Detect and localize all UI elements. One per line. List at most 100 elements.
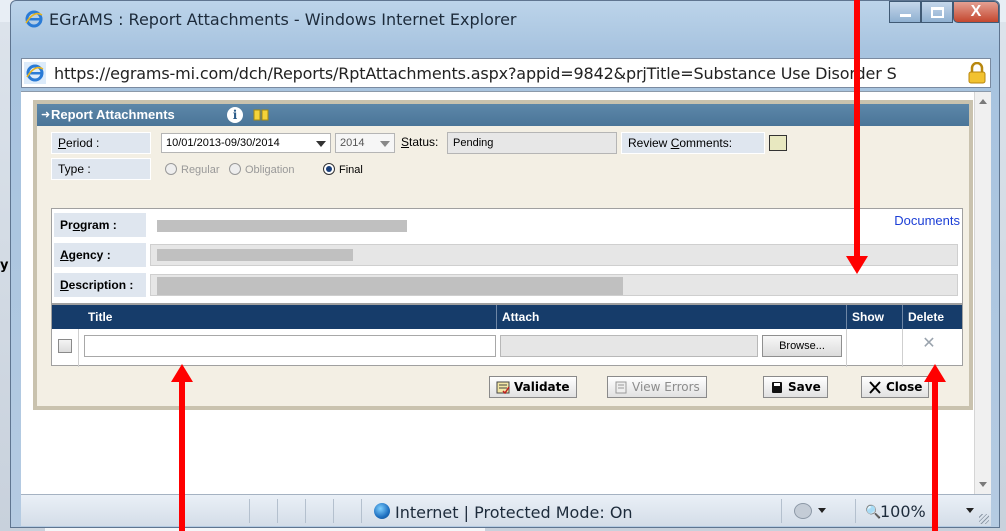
year-select: 2014	[335, 133, 395, 153]
panel-header: ➜ Report Attachments i	[37, 104, 969, 126]
minimize-icon	[899, 14, 911, 17]
chevron-down-icon	[316, 141, 326, 147]
maximize-button[interactable]	[921, 1, 953, 23]
agency-redaction	[157, 249, 353, 261]
period-label: Period :	[58, 136, 100, 150]
status-divider	[249, 499, 250, 523]
arrow-head	[924, 364, 946, 382]
description-value	[150, 274, 958, 296]
validate-button[interactable]: Validate	[489, 376, 577, 398]
period-label-cell: Period :	[51, 132, 151, 154]
col-show: Show	[852, 310, 884, 324]
security-zone-text: Internet | Protected Mode: On	[395, 503, 633, 522]
type-final-radio[interactable]	[323, 163, 335, 175]
arrow-head	[171, 364, 193, 382]
ie-page-icon	[24, 62, 46, 84]
maximize-icon	[930, 6, 944, 18]
zoom-icon[interactable]: 🔍	[865, 504, 881, 520]
minimize-button[interactable]	[889, 1, 921, 23]
close-x-icon	[869, 381, 881, 394]
type-regular-radio	[165, 163, 177, 175]
save-button[interactable]: Save	[763, 376, 828, 398]
status-value: Pending	[453, 137, 494, 149]
status-label: Status:	[401, 135, 439, 149]
background-text-fragment: y	[0, 258, 9, 273]
agency-label: Agency :	[54, 243, 146, 267]
type-obligation-label: Obligation	[245, 164, 295, 176]
col-divider	[846, 305, 847, 329]
col-divider	[496, 305, 497, 329]
status-bar: Internet | Protected Mode: On 🔍 100%	[21, 494, 991, 526]
view-errors-label: View Errors	[632, 380, 700, 394]
close-icon: X	[970, 3, 982, 20]
type-obligation-radio	[229, 163, 241, 175]
col-delete: Delete	[908, 310, 945, 324]
arrow-shaft	[932, 382, 938, 531]
info-icon[interactable]: i	[227, 107, 243, 123]
description-label: Description :	[54, 273, 146, 297]
resize-grip-icon[interactable]	[979, 514, 989, 524]
type-final-label: Final	[339, 164, 363, 176]
vertical-scrollbar[interactable]	[974, 92, 991, 494]
chevron-down-icon[interactable]	[818, 508, 826, 513]
status-divider	[277, 499, 278, 523]
lock-icon[interactable]	[968, 62, 986, 84]
grid-header: Title Attach Show Delete	[52, 305, 962, 329]
attachments-grid: Title Attach Show Delete Browse... ✕	[51, 304, 963, 367]
ie-logo-icon	[25, 10, 43, 28]
chevron-down-icon	[380, 141, 390, 147]
period-select[interactable]: 10/01/2013-09/30/2014	[161, 133, 331, 153]
scroll-down-icon[interactable]	[979, 482, 987, 487]
page-viewport: ➜ Report Attachments i Period : 10/01/20…	[21, 91, 991, 494]
attachment-title-input[interactable]	[84, 335, 496, 357]
type-regular-label: Regular	[181, 164, 220, 176]
period-value: 10/01/2013-09/30/2014	[166, 137, 280, 149]
delete-icon[interactable]: ✕	[920, 335, 938, 353]
col-divider	[902, 305, 903, 329]
browse-button[interactable]: Browse...	[762, 335, 842, 357]
type-label-cell: Type :	[51, 158, 151, 180]
type-label: Type :	[58, 162, 91, 176]
panel-title: Report Attachments	[51, 107, 175, 122]
description-redaction	[157, 277, 623, 295]
save-icon	[772, 382, 782, 393]
save-label: Save	[788, 380, 821, 394]
project-info-block: Program : Documents Agency : Description…	[51, 208, 963, 304]
chevron-down-icon[interactable]	[966, 508, 974, 513]
cell-divider	[846, 329, 847, 367]
validate-icon	[496, 381, 510, 394]
window-controls: X	[889, 1, 999, 23]
status-divider	[361, 499, 362, 523]
status-divider	[781, 499, 782, 523]
status-divider	[333, 499, 334, 523]
collapse-caret-icon[interactable]: ➜	[41, 108, 50, 121]
documents-link[interactable]: Documents	[894, 213, 960, 228]
program-redaction	[157, 220, 407, 232]
cell-divider	[902, 329, 903, 367]
review-comments-cell: Review Comments:	[621, 132, 765, 154]
cell-divider	[78, 329, 79, 367]
review-comments-icon[interactable]	[769, 135, 787, 151]
address-bar[interactable]: https://egrams-mi.com/dch/Reports/RptAtt…	[21, 58, 991, 88]
window-close-button[interactable]: X	[953, 1, 999, 23]
title-bar[interactable]: EGrAMS : Report Attachments - Windows In…	[11, 1, 999, 35]
help-book-icon[interactable]	[253, 109, 269, 121]
attachment-file-input[interactable]	[500, 335, 758, 357]
view-errors-button: View Errors	[607, 376, 707, 398]
arrow-head	[846, 256, 868, 274]
zoom-level[interactable]: 100%	[880, 502, 926, 521]
program-value	[150, 214, 860, 236]
col-attach: Attach	[502, 310, 540, 324]
close-label: Close	[886, 380, 923, 394]
year-value: 2014	[340, 137, 365, 149]
view-errors-icon	[615, 381, 627, 394]
security-settings-icon[interactable]	[794, 503, 812, 519]
url-text: https://egrams-mi.com/dch/Reports/RptAtt…	[54, 64, 897, 83]
program-label: Program :	[54, 213, 146, 237]
status-field: Pending	[447, 132, 617, 154]
internet-zone-icon	[374, 503, 390, 519]
close-button[interactable]: Close	[861, 376, 930, 398]
row-select-checkbox[interactable]	[58, 339, 72, 353]
validate-label: Validate	[514, 380, 570, 394]
scroll-up-icon[interactable]	[979, 99, 987, 104]
